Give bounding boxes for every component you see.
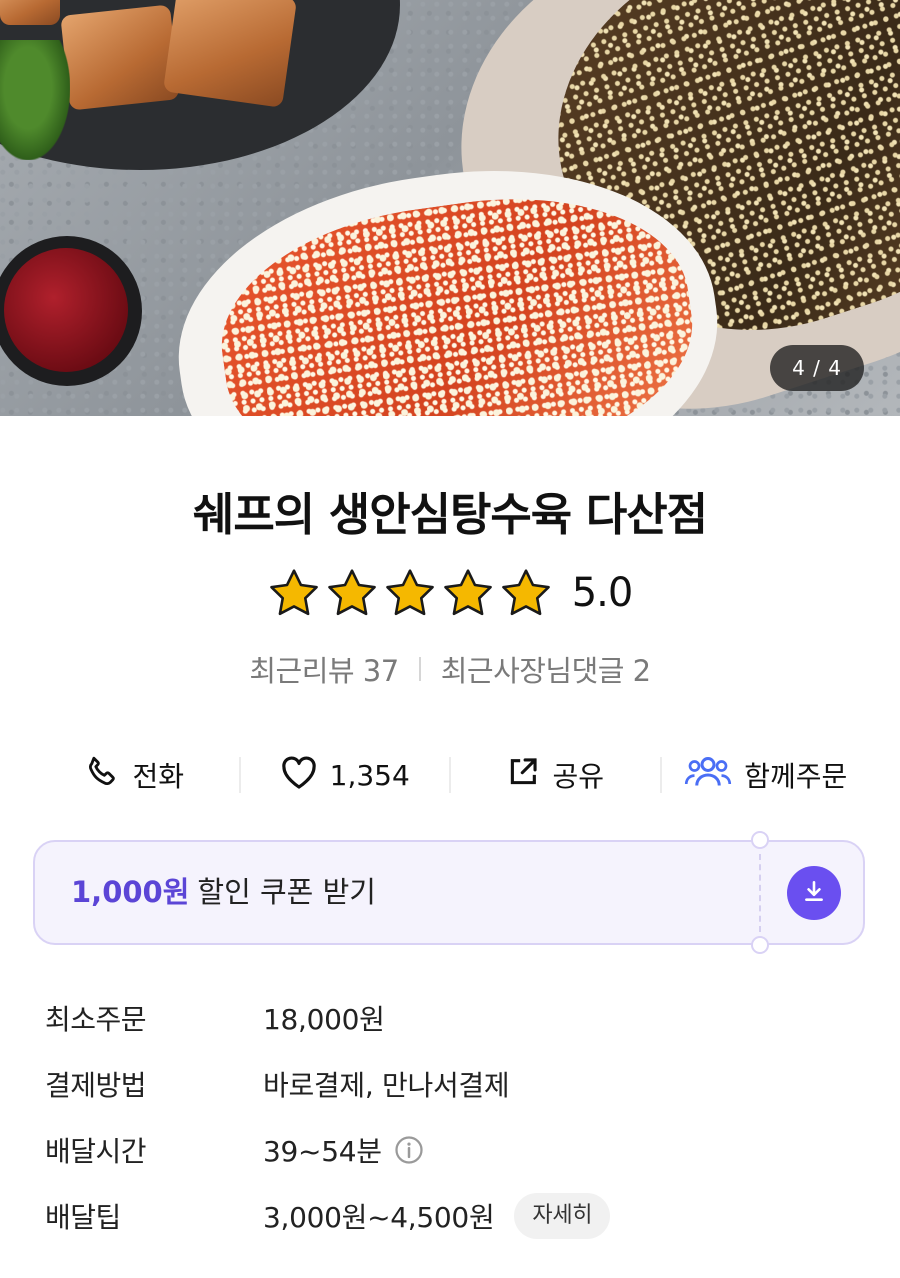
- delivery-tip-value: 3,000원~4,500원: [263, 1201, 495, 1234]
- info-row-payment: 결제방법 바로결제, 만나서결제: [45, 1051, 865, 1117]
- coupon-divider: [759, 854, 761, 932]
- info-row-min-order: 최소주문 18,000원: [45, 985, 865, 1051]
- store-info: 최소주문 18,000원 결제방법 바로결제, 만나서결제 배달시간 39~54…: [45, 985, 865, 1249]
- divider: [418, 657, 421, 681]
- group-icon: [684, 755, 732, 796]
- delivery-time-value: 39~54분: [263, 1135, 382, 1168]
- coupon-notch: [751, 936, 769, 954]
- coupon-notch: [751, 831, 769, 849]
- info-value: 바로결제, 만나서결제: [263, 1064, 510, 1104]
- star-icon: [500, 568, 552, 618]
- fried-tofu: [60, 4, 180, 111]
- info-row-delivery-tip: 배달팁 3,000원~4,500원 자세히: [45, 1183, 865, 1249]
- delivery-tip-detail-button[interactable]: 자세히: [514, 1193, 611, 1239]
- info-value: 3,000원~4,500원 자세히: [263, 1193, 611, 1239]
- heart-icon: [280, 754, 318, 797]
- group-order-button[interactable]: 함께주문: [662, 755, 871, 796]
- like-button[interactable]: 1,354: [241, 754, 450, 797]
- coupon-amount: 1,000원: [71, 875, 190, 909]
- info-label: 결제방법: [45, 1069, 147, 1102]
- share-button[interactable]: 공유: [451, 755, 660, 796]
- star-icon: [442, 568, 494, 618]
- sauce: [4, 248, 128, 372]
- rating-value: 5.0: [571, 570, 634, 616]
- star-icon: [268, 568, 320, 618]
- info-label: 배달팁: [45, 1201, 121, 1234]
- info-circle-icon[interactable]: [394, 1135, 424, 1165]
- min-order-value: 18,000원: [263, 1003, 385, 1036]
- herb-garnish: [0, 40, 70, 160]
- hero-photo[interactable]: 4 / 4: [0, 0, 900, 416]
- info-value: 18,000원: [263, 998, 385, 1038]
- info-label: 최소주문: [45, 1003, 147, 1036]
- coupon-banner[interactable]: 1,000원 할인 쿠폰 받기: [33, 831, 865, 954]
- store-name: 쉐프의 생안심탕수육 다산점: [192, 488, 708, 541]
- phone-icon: [84, 754, 120, 797]
- info-label: 배달시간: [45, 1135, 147, 1168]
- fried-tofu: [162, 0, 298, 108]
- like-count: 1,354: [329, 758, 410, 792]
- coupon-label: 할인 쿠폰 받기: [197, 875, 376, 909]
- coupon-text: 1,000원 할인 쿠폰 받기: [71, 842, 376, 943]
- recent-reviews-link[interactable]: 최근리뷰 37: [249, 648, 399, 690]
- share-icon: [506, 755, 540, 796]
- download-icon: [801, 878, 827, 908]
- share-label: 공유: [552, 760, 605, 793]
- owner-comments-link[interactable]: 최근사장님댓글 2: [441, 648, 651, 690]
- review-summary: 최근리뷰 37 최근사장님댓글 2: [0, 648, 900, 690]
- call-button[interactable]: 전화: [30, 754, 239, 797]
- payment-value: 바로결제, 만나서결제: [263, 1069, 510, 1102]
- fried-tofu: [0, 0, 60, 25]
- action-bar: 전화 1,354 공유 함께주문: [30, 740, 870, 810]
- info-row-delivery-time: 배달시간 39~54분: [45, 1117, 865, 1183]
- info-value: 39~54분: [263, 1130, 424, 1170]
- star-icon: [326, 568, 378, 618]
- call-label: 전화: [132, 760, 185, 793]
- group-order-label: 함께주문: [744, 760, 848, 793]
- coupon-download-button[interactable]: [787, 866, 841, 920]
- image-counter: 4 / 4: [770, 345, 864, 391]
- star-icon: [384, 568, 436, 618]
- rating: 5.0: [0, 568, 900, 618]
